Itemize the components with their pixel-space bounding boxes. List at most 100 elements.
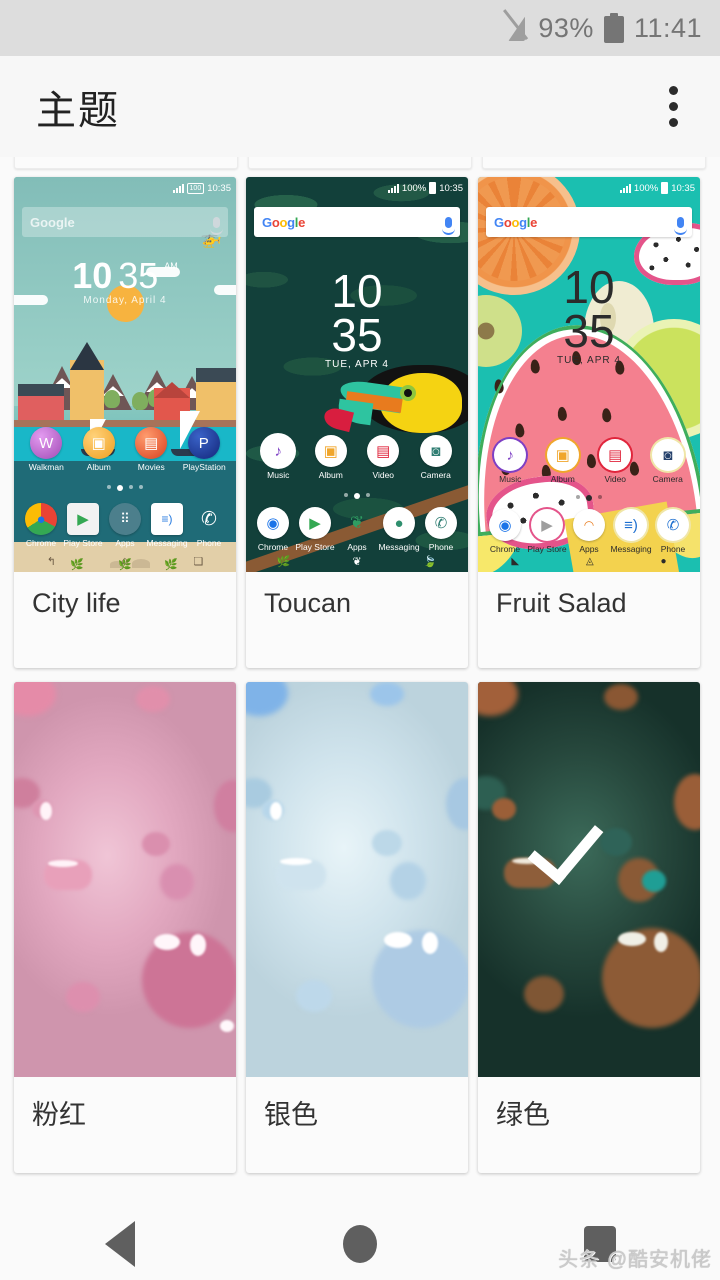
- preview-status-bar: 100% 10:35: [478, 177, 700, 199]
- google-search-bar[interactable]: Google: [22, 207, 228, 237]
- app-shortcut[interactable]: ✆ Phone: [420, 507, 462, 552]
- home-circle-icon: [343, 1224, 377, 1263]
- album-icon: ▣: [314, 435, 347, 467]
- peek-card[interactable]: [248, 157, 472, 169]
- google-search-bar[interactable]: Google: [254, 207, 460, 237]
- album-icon: ▣: [82, 427, 115, 459]
- preview-nav-bar: ◣ ◬ ●: [478, 552, 700, 570]
- camera-icon: ◙: [651, 439, 684, 471]
- recents-icon: ❏: [193, 555, 204, 568]
- app-shortcut[interactable]: ♪ Music: [489, 439, 531, 484]
- google-search-bar[interactable]: Google: [486, 207, 692, 237]
- app-shortcut[interactable]: ▤ Movies: [130, 427, 172, 472]
- app-label: Messaging: [378, 542, 420, 552]
- page-title: 主题: [36, 88, 120, 133]
- status-bar: 93% 11:41: [0, 0, 720, 56]
- clock-minute: 35: [118, 255, 159, 296]
- theme-name-label: City life: [32, 588, 121, 618]
- microphone-icon[interactable]: [674, 216, 687, 235]
- app-shortcut[interactable]: ▣ Album: [78, 427, 120, 472]
- app-shortcut[interactable]: ▤ Video: [362, 435, 404, 480]
- theme-name-label: 绿色: [496, 1100, 550, 1130]
- music-note-icon: ♪: [494, 439, 527, 471]
- app-shortcut[interactable]: ● Chrome: [20, 503, 62, 548]
- app-shortcut[interactable]: ◉ Chrome: [484, 509, 526, 554]
- app-label: Walkman: [28, 462, 64, 472]
- play-store-icon: ▶: [67, 503, 99, 535]
- app-label: PlayStation: [182, 462, 226, 472]
- theme-card-city-life[interactable]: 🚁 🌿 🌿 🌿 100 10:35 Google 10 35 AM Monday…: [14, 177, 236, 668]
- app-label: Camera: [420, 470, 451, 480]
- preview-nav-bar: ↰ ⌂ ❏: [14, 552, 236, 570]
- theme-name-label: 银色: [264, 1100, 318, 1130]
- clock-widget: 10 35 TUE, APR 4: [246, 265, 468, 370]
- play-store-icon: ▶: [531, 509, 563, 541]
- phone-icon: ✆: [425, 507, 457, 539]
- signal-bars-icon: [387, 183, 399, 193]
- app-label: Video: [372, 470, 395, 480]
- app-shortcut[interactable]: ● Messaging: [378, 507, 420, 552]
- peek-card[interactable]: [14, 157, 238, 169]
- app-shortcut[interactable]: W Walkman: [25, 427, 67, 472]
- app-shortcut[interactable]: ◙ Camera: [647, 439, 689, 484]
- clock-hour: 10: [563, 261, 615, 313]
- battery-icon: [429, 182, 437, 194]
- app-label: Music: [499, 474, 522, 484]
- app-shortcut[interactable]: ▣ Album: [310, 435, 352, 480]
- music-note-icon: ♪: [262, 435, 295, 467]
- app-shortcut[interactable]: ♪ Music: [257, 435, 299, 480]
- messaging-icon: ≡): [615, 509, 647, 541]
- google-logo-icon: Google: [262, 214, 306, 230]
- clock-hour: 10: [331, 265, 383, 317]
- app-shortcut[interactable]: ◙ Camera: [415, 435, 457, 480]
- app-shortcut[interactable]: ✆ Phone: [652, 509, 694, 554]
- app-shortcut[interactable]: ✆ Phone: [188, 503, 230, 549]
- app-row-primary: ♪ Music ▣ Album ▤ Video ◙ Camera: [478, 439, 700, 484]
- messaging-icon: ●: [383, 507, 415, 539]
- playstation-icon: P: [187, 427, 220, 459]
- app-shortcut[interactable]: ▶ Play Store: [526, 509, 568, 554]
- search-hint-label: Google: [30, 214, 75, 230]
- app-shortcut[interactable]: ▶ Play Store: [294, 507, 336, 552]
- nav-home-button[interactable]: [240, 1224, 480, 1263]
- theme-card-fruit-salad[interactable]: 100% 10:35 Google 10 35 TUE, APR 4 ♪ Mus…: [478, 177, 700, 668]
- overflow-menu-icon[interactable]: [638, 67, 708, 147]
- peek-card[interactable]: [482, 157, 706, 169]
- home-icon: ◬: [585, 555, 594, 567]
- video-icon: ▤: [367, 435, 400, 467]
- page-indicator: [14, 485, 236, 491]
- theme-card-toucan[interactable]: 100% 10:35 Google 10 35 TUE, APR 4 ♪ Mus…: [246, 177, 468, 668]
- app-shortcut[interactable]: ▶ Play Store: [62, 503, 104, 548]
- preview-clock-label: 10:35: [439, 182, 463, 194]
- theme-grid-scroll[interactable]: 🚁 🌿 🌿 🌿 100 10:35 Google 10 35 AM Monday…: [0, 157, 720, 1207]
- theme-preview-toucan: 100% 10:35 Google 10 35 TUE, APR 4 ♪ Mus…: [246, 177, 468, 572]
- theme-card-silver[interactable]: 银色: [246, 682, 468, 1173]
- app-shortcut[interactable]: P PlayStation: [182, 427, 226, 472]
- check-icon: [551, 838, 627, 914]
- app-label: Album: [318, 470, 343, 480]
- clock-widget: 10 35 AM Monday, April 4: [14, 255, 236, 307]
- theme-preview-green: [478, 682, 700, 1077]
- battery-percent-label: 100%: [633, 182, 659, 194]
- theme-card-green[interactable]: 绿色: [478, 682, 700, 1173]
- signal-off-icon: [503, 9, 529, 43]
- app-shortcut[interactable]: ▣ Album: [542, 439, 584, 484]
- clock-date: TUE, APR 4: [557, 355, 621, 366]
- app-shortcut[interactable]: ❦ Apps: [336, 507, 378, 552]
- preview-clock-label: 10:35: [671, 182, 695, 194]
- app-shortcut[interactable]: ≡) Messaging: [146, 503, 188, 548]
- clock-label: 11:41: [633, 12, 702, 43]
- clock-hour: 10: [72, 255, 113, 296]
- theme-card-pink[interactable]: 粉红: [14, 682, 236, 1173]
- app-shortcut[interactable]: ≡) Messaging: [610, 509, 652, 554]
- theme-preview-silver: [246, 682, 468, 1077]
- app-shortcut[interactable]: ◠ Apps: [568, 509, 610, 554]
- microphone-icon[interactable]: [210, 216, 223, 235]
- app-shortcut[interactable]: ⠿ Apps: [104, 503, 146, 548]
- microphone-icon[interactable]: [442, 216, 455, 235]
- preview-clock-label: 10:35: [207, 182, 231, 194]
- app-shortcut[interactable]: ▤ Video: [594, 439, 636, 484]
- google-logo-icon: Google: [494, 214, 538, 230]
- app-shortcut[interactable]: ◉ Chrome: [252, 507, 294, 552]
- nav-back-button[interactable]: [0, 1220, 240, 1267]
